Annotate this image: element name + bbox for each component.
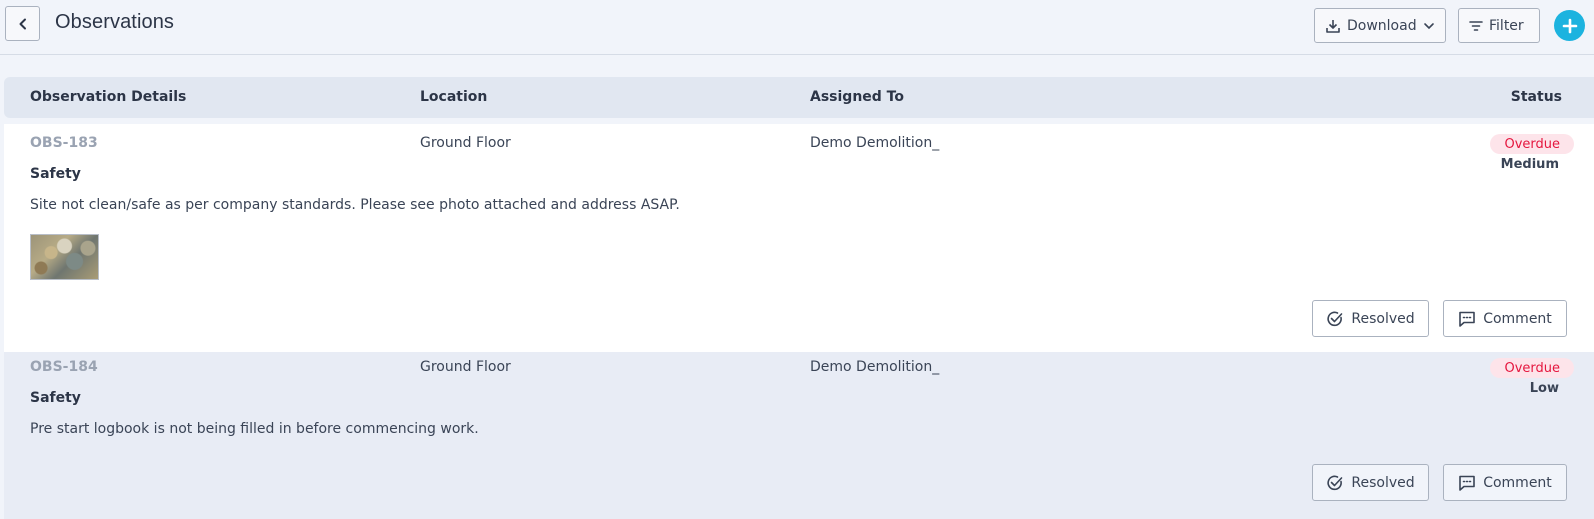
resolved-button[interactable]: Resolved: [1312, 464, 1429, 501]
observation-description: Pre start logbook is not being filled in…: [30, 421, 479, 437]
observation-id-link[interactable]: OBS-184: [30, 359, 98, 375]
table-row: OBS-183 Safety Site not clean/safe as pe…: [4, 124, 1594, 352]
table-row: OBS-184 Safety Pre start logbook is not …: [4, 352, 1594, 519]
filter-icon: [1469, 20, 1483, 32]
comment-icon: [1458, 310, 1476, 328]
filter-button[interactable]: Filter: [1458, 8, 1540, 43]
download-label: Download: [1347, 17, 1417, 34]
resolved-button[interactable]: Resolved: [1312, 300, 1429, 337]
observation-category: Safety: [30, 390, 81, 406]
observation-category: Safety: [30, 166, 81, 182]
column-header-details: Observation Details: [30, 89, 187, 105]
comment-label: Comment: [1483, 310, 1552, 327]
plus-icon: [1562, 18, 1578, 34]
check-circle-icon: [1326, 474, 1344, 492]
status-badge: Overdue: [1490, 358, 1574, 378]
comment-icon: [1458, 474, 1476, 492]
comment-button[interactable]: Comment: [1443, 300, 1567, 337]
resolved-label: Resolved: [1351, 474, 1415, 491]
column-header-status: Status: [1510, 89, 1562, 105]
comment-button[interactable]: Comment: [1443, 464, 1567, 501]
status-badge: Overdue: [1490, 134, 1574, 154]
observation-location: Ground Floor: [420, 135, 511, 151]
comment-label: Comment: [1483, 474, 1552, 491]
resolved-label: Resolved: [1351, 310, 1415, 327]
back-button[interactable]: [5, 6, 40, 41]
observation-assignee: Demo Demolition_: [810, 135, 940, 151]
observation-assignee: Demo Demolition_: [810, 359, 940, 375]
page-title: Observations: [55, 11, 175, 33]
add-observation-button[interactable]: [1554, 10, 1585, 41]
priority-label: Low: [1529, 381, 1559, 396]
page-header: Observations Download Filter: [0, 0, 1594, 55]
filter-label: Filter: [1489, 17, 1524, 34]
observation-location: Ground Floor: [420, 359, 511, 375]
observation-description: Site not clean/safe as per company stand…: [30, 197, 680, 213]
table-header: Observation Details Location Assigned To…: [4, 77, 1594, 118]
check-circle-icon: [1326, 310, 1344, 328]
column-header-assigned-to: Assigned To: [810, 89, 904, 105]
download-button[interactable]: Download: [1314, 8, 1446, 43]
column-header-location: Location: [420, 89, 488, 105]
observation-photo-thumbnail[interactable]: [30, 234, 99, 280]
priority-label: Medium: [1500, 157, 1559, 172]
observation-id-link[interactable]: OBS-183: [30, 135, 98, 151]
download-icon: [1325, 18, 1341, 34]
chevron-left-icon: [17, 18, 29, 30]
chevron-down-icon: [1423, 20, 1435, 32]
